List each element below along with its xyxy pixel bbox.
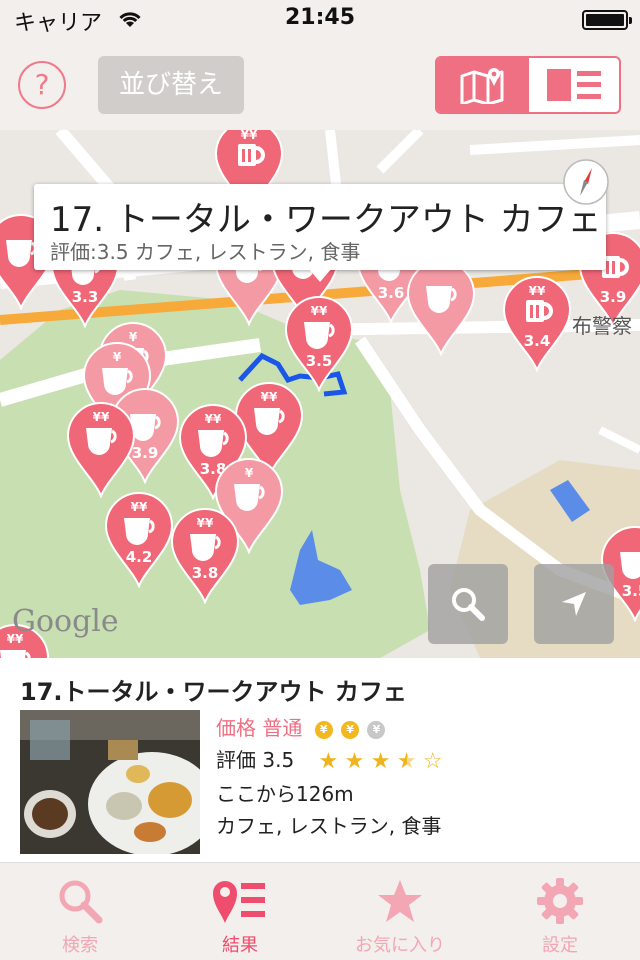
star-half-icon: ★ (396, 749, 417, 774)
callout-arrow (308, 268, 332, 282)
map-pin[interactable]: ¥¥ (64, 400, 138, 498)
pin-price: ¥ (244, 466, 254, 480)
pin-price: ¥¥ (528, 284, 546, 298)
star-empty-icon: ☆ (422, 749, 443, 774)
distance-text: ここから126m (216, 782, 354, 806)
price-row: 価格 普通 ¥ ¥ ¥ (216, 712, 386, 741)
tab-label: 検索 (62, 935, 98, 956)
pin-rating: 3.5 (305, 352, 333, 370)
tab-results[interactable]: 結果 (160, 863, 320, 960)
map-pin[interactable]: 3.5 ¥¥ (282, 294, 356, 392)
map-pin[interactable]: 3.8 ¥¥ (168, 506, 242, 604)
place-title: 17.トータル・ワークアウト カフェ (20, 678, 407, 706)
star-filled-icon: ★ (318, 749, 339, 774)
pin-price: ¥¥ (240, 130, 258, 142)
pin-rating: 3.8 (191, 564, 219, 582)
pin-rating: 3.4 (523, 332, 551, 350)
tab-favorites[interactable]: お気に入り (320, 863, 480, 960)
map-pin[interactable] (404, 258, 478, 356)
gear-icon (537, 878, 583, 924)
price-coin-icon: ¥ (314, 720, 333, 739)
price-coin-icon: ¥ (341, 720, 360, 739)
pin-price: ¥¥ (196, 516, 214, 530)
tab-label: 設定 (542, 935, 578, 956)
list-icon (547, 69, 601, 101)
star-filled-icon: ★ (370, 749, 391, 774)
pin-list-icon (213, 881, 265, 923)
pin-rating: 4.2 (125, 548, 153, 566)
rating-stars: ★ ★ ★ ★ ☆ (318, 748, 443, 774)
current-location-button[interactable] (534, 564, 614, 644)
map-icon (460, 68, 504, 104)
pin-price: ¥ (112, 350, 122, 364)
tab-label: 結果 (222, 935, 258, 956)
help-button[interactable]: ? (18, 61, 66, 109)
pin-callout[interactable]: 17. トータル・ワークアウト カフェ 評価:3.5 カフェ, レストラン, 食… (34, 184, 606, 282)
search-icon (452, 588, 485, 621)
map-pin[interactable]: 3.4 ¥¥ (500, 274, 574, 372)
compass-icon[interactable] (562, 158, 610, 206)
list-view-button[interactable] (529, 58, 619, 112)
coffee-cup-icon (426, 286, 457, 313)
star-filled-icon: ★ (344, 749, 365, 774)
pin-price: ¥¥ (92, 410, 110, 424)
toolbar: ? 並び替え (0, 40, 640, 130)
price-coin-icon: ¥ (367, 720, 386, 739)
map-search-button[interactable] (428, 564, 508, 644)
callout-subtitle: 評価:3.5 カフェ, レストラン, 食事 (50, 240, 361, 264)
tab-search[interactable]: 検索 (0, 863, 160, 960)
star-icon (378, 880, 422, 922)
tab-label: お気に入り (355, 935, 445, 956)
pin-price: ¥¥ (130, 500, 148, 514)
status-bar: キャリア 21:45 (0, 0, 640, 40)
place-info-panel[interactable]: 17.トータル・ワークアウト カフェ 価格 普通 ¥ ¥ ¥ 評価 3.5 ★ … (0, 658, 640, 862)
category-text: カフェ, レストラン, 食事 (216, 814, 442, 838)
view-toggle (435, 56, 621, 114)
tab-settings[interactable]: 設定 (480, 863, 640, 960)
rating-row: 評価 3.5 ★ ★ ★ ★ ☆ (216, 744, 443, 774)
food-photo (20, 710, 200, 854)
battery-icon (582, 10, 632, 30)
google-logo: Google (12, 604, 119, 639)
price-label: 価格 普通 (216, 716, 303, 740)
pin-rating: 3.3 (71, 288, 99, 306)
status-time: 21:45 (284, 5, 356, 30)
pin-price: ¥¥ (204, 412, 222, 426)
sort-button[interactable]: 並び替え (98, 56, 244, 114)
map-label: 布警察 (572, 314, 632, 338)
map-view[interactable]: ¥¥ 3.3 3.6 3.4 ¥¥ 3.9 3.5 ¥¥ ¥ ¥ 3.9 ¥¥ … (0, 130, 640, 658)
rating-label: 評価 3.5 (216, 748, 295, 772)
place-photo[interactable] (20, 710, 200, 854)
search-icon (59, 880, 103, 924)
tab-bar: 検索 結果 お気に入り 設定 (0, 862, 640, 960)
location-arrow-icon (562, 592, 586, 616)
pin-rating: 3.9 (599, 288, 627, 306)
pin-price: ¥¥ (310, 304, 328, 318)
map-view-button[interactable] (437, 58, 529, 112)
map-pin[interactable]: 4.2 ¥¥ (102, 490, 176, 588)
callout-title: 17. トータル・ワークアウト カフェ (50, 200, 602, 240)
